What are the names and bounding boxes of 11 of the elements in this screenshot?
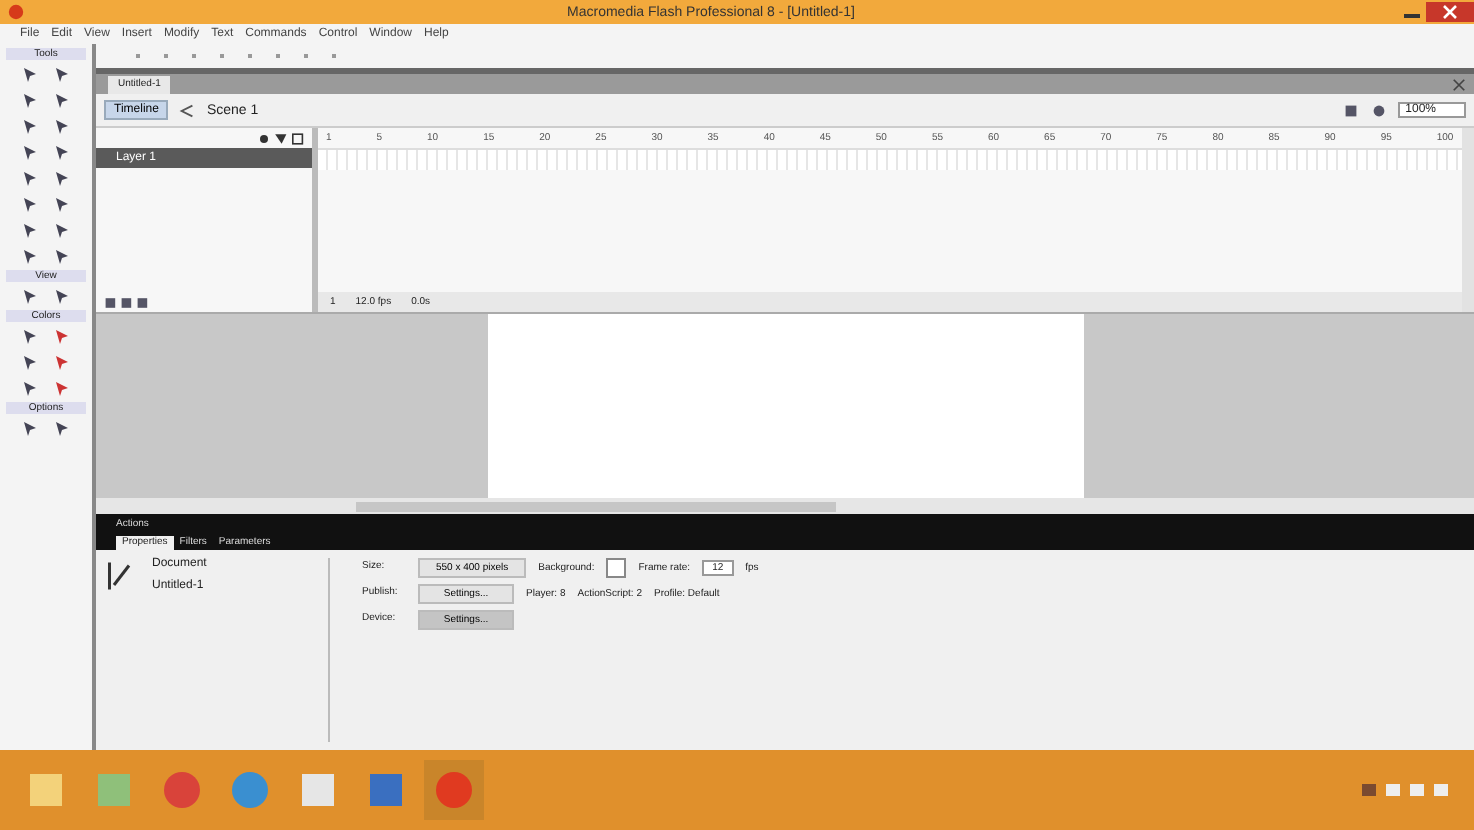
close-icon[interactable] xyxy=(1426,2,1474,22)
scrollbar[interactable] xyxy=(96,498,1474,514)
layer-header-icons xyxy=(256,131,304,145)
close-icon[interactable] xyxy=(1452,77,1466,91)
scrollbar[interactable] xyxy=(1462,128,1474,312)
edit-symbol-icon[interactable] xyxy=(1369,101,1388,119)
edit-scene-icon[interactable] xyxy=(1341,101,1360,119)
document-icon xyxy=(108,558,132,594)
background-color-swatch[interactable] xyxy=(606,558,627,578)
layer-tools-icons[interactable] xyxy=(104,295,152,309)
app-icon xyxy=(8,4,24,20)
